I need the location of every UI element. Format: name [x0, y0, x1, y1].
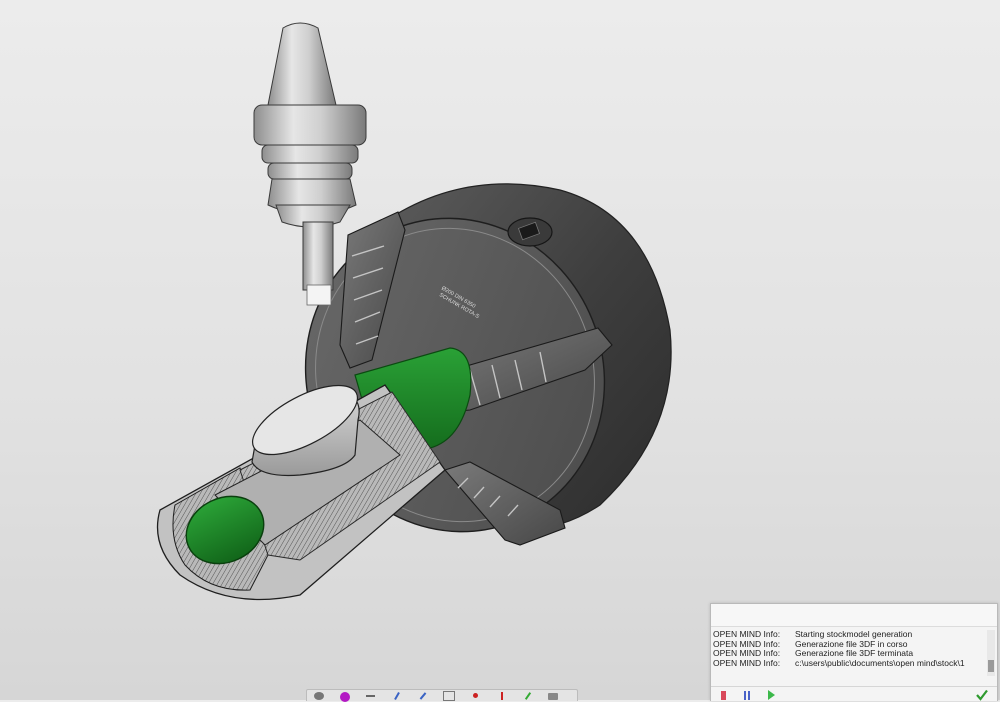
play-icon[interactable] [765, 689, 777, 701]
log-text: Generazione file 3DF in corso [795, 638, 908, 649]
log-panel-header [711, 604, 997, 627]
viewport-toolbar [306, 689, 578, 702]
3d-viewport[interactable]: Ø200 DIN 6350 SCHUNK ROTA-S [0, 0, 1000, 700]
checkmark-icon[interactable] [976, 689, 988, 701]
log-entry: OPEN MIND Info: c:\users\public\documents… [713, 657, 985, 669]
cam-model-scene[interactable]: Ø200 DIN 6350 SCHUNK ROTA-S [0, 0, 1000, 700]
log-messages[interactable]: OPEN MIND Info: Starting stockmodel gener… [713, 630, 985, 676]
log-text: Generazione file 3DF terminata [795, 648, 914, 659]
cutting-tool [306, 284, 332, 306]
log-scrollbar[interactable] [987, 630, 995, 676]
log-text: c:\users\public\documents\open mind\stoc… [795, 657, 965, 668]
log-source: OPEN MIND Info: [713, 657, 781, 668]
log-scrollbar-thumb[interactable] [988, 660, 994, 672]
stop-icon[interactable] [717, 689, 729, 701]
pause-icon[interactable] [741, 689, 753, 701]
message-log-panel[interactable]: OPEN MIND Info: Starting stockmodel gener… [710, 603, 998, 701]
